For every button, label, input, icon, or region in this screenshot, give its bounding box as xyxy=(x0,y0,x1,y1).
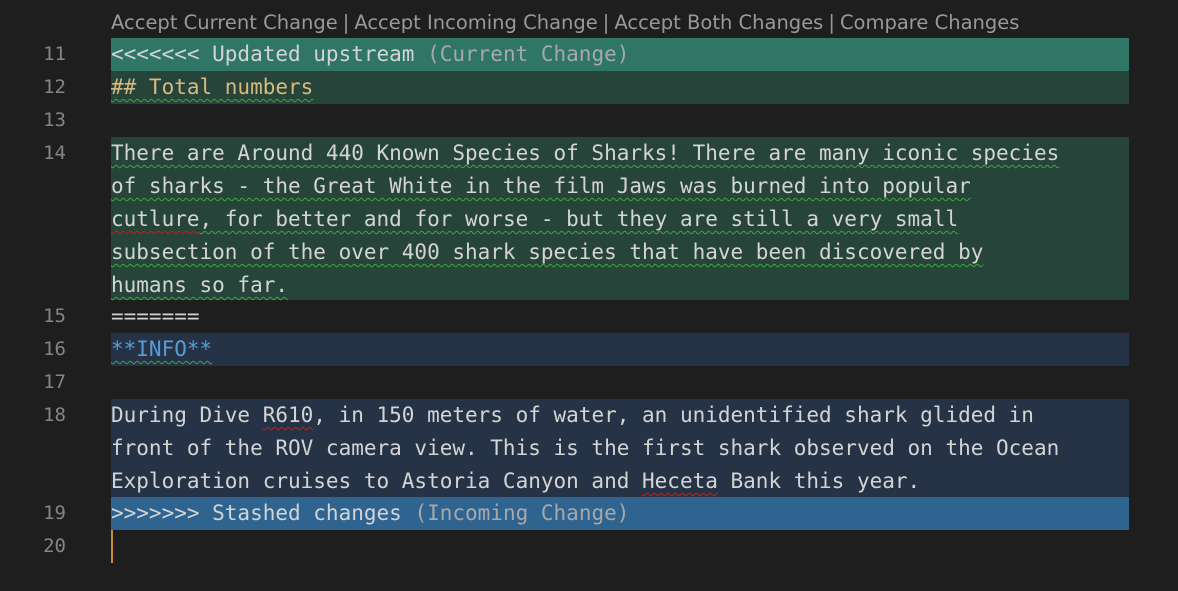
markdown-heading: ## Total numbers xyxy=(111,75,314,99)
paragraph-text: Bank this year. xyxy=(717,469,921,493)
accept-both-changes-link[interactable]: Accept Both Changes xyxy=(614,11,823,34)
line-number: 17 xyxy=(43,371,66,393)
editor-line-13[interactable]: 13 xyxy=(0,104,1178,137)
line-number: 19 xyxy=(43,502,66,524)
line-number: 15 xyxy=(43,305,66,327)
editor-line-11[interactable]: 11 <<<<<<< Updated upstream (Current Cha… xyxy=(0,38,1178,71)
editor-line-19[interactable]: 19 >>>>>>> Stashed changes (Incoming Cha… xyxy=(0,497,1178,530)
markdown-bold: **INFO** xyxy=(111,337,213,361)
line-content: ## Total numbers xyxy=(111,71,1129,104)
paragraph-text: , for better and for worse - but they ar… xyxy=(199,207,959,231)
misspelled-word: Heceta xyxy=(642,469,718,493)
editor-line-18[interactable]: 18 During Dive R610, in 150 meters of wa… xyxy=(0,399,1178,497)
line-number: 13 xyxy=(43,109,66,131)
line-number: 16 xyxy=(43,338,66,360)
line-content: During Dive R610, in 150 meters of water… xyxy=(111,399,1129,497)
line-number: 18 xyxy=(43,404,66,426)
paragraph-text: During Dive xyxy=(111,403,263,427)
editor-line-17[interactable]: 17 xyxy=(0,366,1178,399)
accept-current-change-link[interactable]: Accept Current Change xyxy=(111,11,338,34)
line-content: There are Around 440 Known Species of Sh… xyxy=(111,137,1129,300)
codelens-separator: | xyxy=(602,11,610,34)
accept-incoming-change-link[interactable]: Accept Incoming Change xyxy=(354,11,597,34)
codelens-separator: | xyxy=(342,11,350,34)
editor-line-14[interactable]: 14 There are Around 440 Known Species of… xyxy=(0,137,1178,300)
conflict-separator: ======= xyxy=(111,304,200,328)
conflict-start-marker: <<<<<<< Updated upstream xyxy=(111,42,415,66)
incoming-change-marker: >>>>>>> Stashed changes (Incoming Change… xyxy=(111,497,1129,530)
line-number: 12 xyxy=(43,76,66,98)
editor-line-15[interactable]: 15 ======= xyxy=(0,300,1178,333)
editor-line-20[interactable]: 20 xyxy=(0,530,1178,563)
current-change-label: (Current Change) xyxy=(427,42,630,66)
text-cursor xyxy=(111,530,113,563)
paragraph-text: front of the ROV camera view. This is th… xyxy=(111,436,1060,460)
line-number: 11 xyxy=(43,43,66,65)
conflict-end-marker: >>>>>>> Stashed changes xyxy=(111,501,402,525)
editor-line-16[interactable]: 16 **INFO** xyxy=(0,333,1178,366)
compare-changes-link[interactable]: Compare Changes xyxy=(840,11,1019,34)
paragraph-text: There are Around 440 Known Species of Sh… xyxy=(111,141,1060,165)
merge-conflict-codelens: Accept Current Change | Accept Incoming Ch… xyxy=(111,8,1019,38)
line-content: **INFO** xyxy=(111,333,1129,366)
paragraph-text: , in 150 meters of water, an unidentifie… xyxy=(313,403,1034,427)
misspelled-word: R610 xyxy=(262,403,314,427)
codelens-separator: | xyxy=(828,11,835,34)
current-change-marker: <<<<<<< Updated upstream (Current Change… xyxy=(111,38,1129,71)
code-editor[interactable]: Accept Current Change | Accept Incoming Ch… xyxy=(0,0,1178,591)
incoming-change-label: (Incoming Change) xyxy=(414,501,630,525)
misspelled-word: cutlure xyxy=(111,207,200,231)
paragraph-text: subsection of the over 400 shark species… xyxy=(111,240,984,264)
line-number: 14 xyxy=(43,142,66,164)
paragraph-text: humans so far. xyxy=(111,273,289,297)
paragraph-text: of sharks - the Great White in the film … xyxy=(111,174,971,198)
paragraph-text: Exploration cruises to Astoria Canyon an… xyxy=(111,469,643,493)
line-number: 20 xyxy=(43,535,66,557)
editor-line-12[interactable]: 12 ## Total numbers xyxy=(0,71,1178,104)
